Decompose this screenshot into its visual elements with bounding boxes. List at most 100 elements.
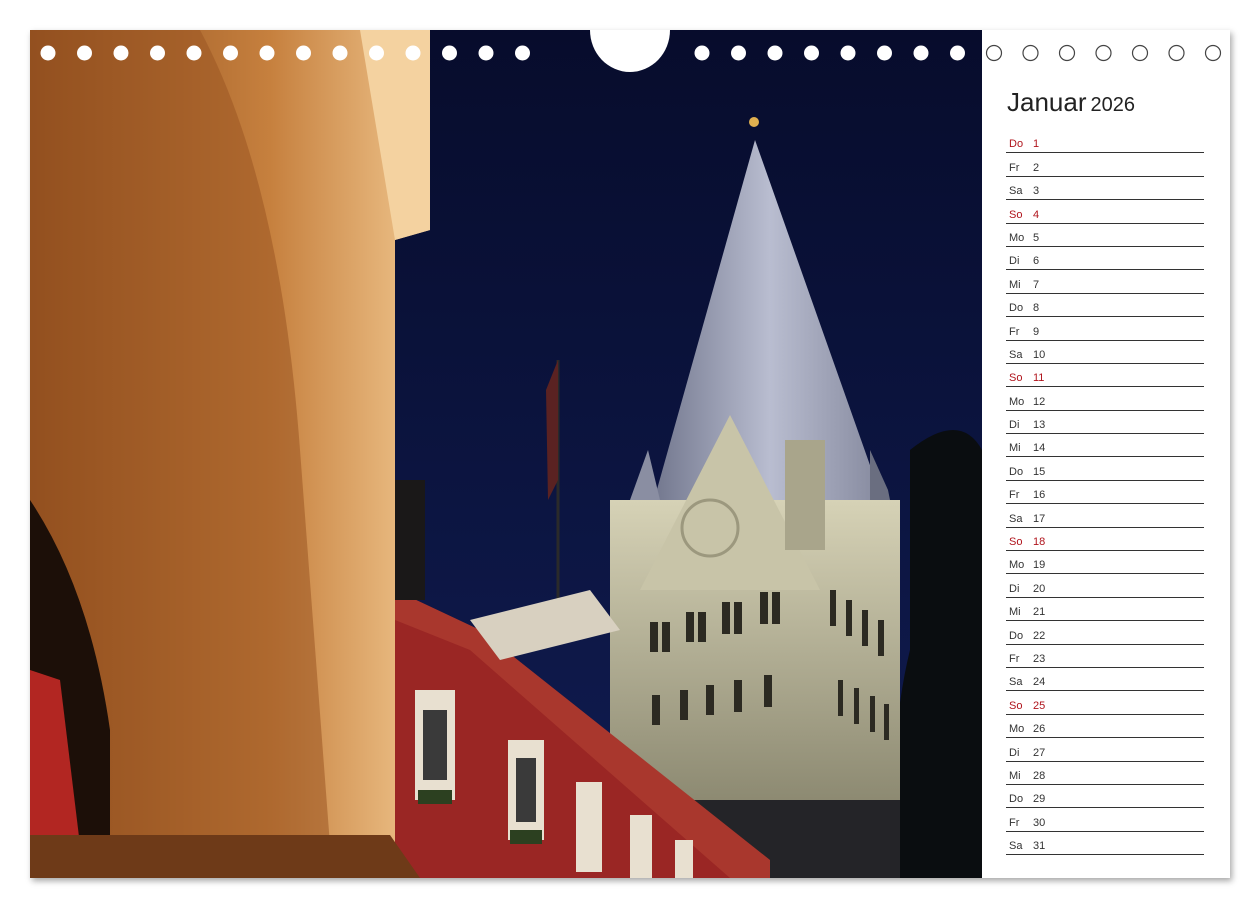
weekday-label: Mo — [1009, 559, 1025, 572]
day-number: 28 — [1033, 769, 1046, 782]
day-row: Mi 21 — [1006, 598, 1204, 622]
weekday-label: Sa — [1009, 512, 1023, 525]
day-row: Fr 2 — [1006, 153, 1204, 177]
day-number: 8 — [1033, 302, 1040, 315]
day-row: Do 22 — [1006, 621, 1204, 645]
day-number: 31 — [1033, 840, 1046, 853]
day-row: Fr 9 — [1006, 317, 1204, 341]
day-row: Mo 19 — [1006, 551, 1204, 575]
weekday-label: Fr — [1009, 652, 1020, 665]
weekday-label: Di — [1009, 419, 1020, 432]
day-row: Di 6 — [1006, 247, 1204, 271]
day-number: 22 — [1033, 629, 1046, 642]
weekday-label: Fr — [1009, 161, 1020, 174]
weekday-label: Sa — [1009, 185, 1023, 198]
day-number: 1 — [1033, 138, 1040, 151]
day-number: 17 — [1033, 512, 1046, 525]
day-number: 4 — [1033, 208, 1040, 221]
day-number: 11 — [1033, 372, 1045, 385]
day-row: Di 20 — [1006, 574, 1204, 598]
day-number: 25 — [1033, 699, 1046, 712]
weekday-label: Mo — [1009, 395, 1025, 408]
weekday-label: Fr — [1009, 489, 1020, 502]
day-row: Do 15 — [1006, 457, 1204, 481]
day-row: Sa 31 — [1006, 832, 1204, 856]
weekday-label: Sa — [1009, 676, 1023, 689]
day-number: 27 — [1033, 746, 1046, 759]
weekday-label: Mi — [1009, 442, 1021, 455]
day-number: 15 — [1033, 465, 1046, 478]
day-number: 7 — [1033, 278, 1040, 291]
weekday-label: Fr — [1009, 325, 1020, 338]
day-row: Sa 17 — [1006, 504, 1204, 528]
day-row: So 18 — [1006, 528, 1204, 552]
weekday-label: Mi — [1009, 606, 1021, 619]
weekday-label: Mi — [1009, 278, 1021, 291]
year-label: 2026 — [1090, 94, 1136, 116]
arch — [30, 30, 430, 878]
day-number: 20 — [1033, 582, 1046, 595]
weekday-label: So — [1009, 536, 1023, 549]
day-number: 26 — [1033, 723, 1046, 736]
day-row: Do 8 — [1006, 294, 1204, 318]
weekday-label: Do — [1009, 138, 1024, 151]
day-row: Mi 7 — [1006, 270, 1204, 294]
day-row: Mi 14 — [1006, 434, 1204, 458]
day-row: So 25 — [1006, 691, 1204, 715]
calendar-panel: Januar 2026 Do 1 Fr 2 Sa 3 So 4 Mo 5 Di 6 Mi 7 Do 8 Fr 9 Sa… — [982, 30, 1230, 878]
day-number: 10 — [1033, 348, 1046, 361]
day-row: Sa 3 — [1006, 177, 1204, 201]
day-number: 6 — [1033, 255, 1040, 268]
month-name: Januar — [1007, 87, 1087, 117]
day-row: Mi 28 — [1006, 762, 1204, 785]
day-row: Do 1 — [1006, 130, 1204, 154]
day-number: 16 — [1033, 489, 1046, 502]
day-list: Do 1 Fr 2 Sa 3 So 4 Mo 5 Di 6 Mi 7 Do 8 Fr 9 Sa 10 So 11 Mo 12 D… — [1006, 130, 1204, 856]
day-number: 23 — [1033, 652, 1046, 665]
day-number: 5 — [1033, 231, 1040, 244]
day-number: 9 — [1033, 325, 1040, 338]
day-row: So 4 — [1006, 200, 1204, 224]
day-number: 3 — [1033, 185, 1040, 198]
weekday-label: Mo — [1009, 723, 1025, 736]
day-row: Do 29 — [1006, 785, 1204, 809]
weekday-label: Do — [1009, 302, 1024, 315]
day-number: 21 — [1033, 606, 1046, 619]
day-row: Mo 12 — [1006, 387, 1204, 411]
weekday-label: Mi — [1009, 769, 1021, 782]
day-row: Mo 26 — [1006, 715, 1204, 739]
weekday-label: So — [1009, 699, 1023, 712]
day-number: 30 — [1033, 816, 1046, 829]
weekday-label: So — [1009, 208, 1023, 221]
day-row: Fr 30 — [1006, 808, 1204, 832]
day-number: 13 — [1033, 419, 1046, 432]
weekday-label: Sa — [1009, 840, 1023, 853]
weekday-label: Do — [1009, 793, 1024, 806]
weekday-label: Sa — [1009, 348, 1023, 361]
calendar-photo — [30, 30, 982, 878]
day-row: Mo 5 — [1006, 224, 1204, 247]
calendar-page: Januar 2026 Do 1 Fr 2 Sa 3 So 4 Mo 5 Di 6 Mi 7 Do 8 Fr 9 Sa… — [30, 30, 1230, 878]
month-title: Januar 2026 — [1007, 87, 1135, 118]
day-number: 14 — [1033, 442, 1046, 455]
day-number: 2 — [1033, 161, 1040, 174]
weekday-label: Fr — [1009, 816, 1020, 829]
day-number: 18 — [1033, 536, 1046, 549]
day-number: 24 — [1033, 676, 1046, 689]
weekday-label: Di — [1009, 746, 1020, 759]
day-row: Fr 16 — [1006, 481, 1204, 505]
weekday-label: Do — [1009, 465, 1024, 478]
weekday-label: Mo — [1009, 231, 1025, 244]
day-number: 29 — [1033, 793, 1046, 806]
weekday-label: Di — [1009, 255, 1020, 268]
weekday-label: Do — [1009, 629, 1024, 642]
day-row: Sa 10 — [1006, 341, 1204, 364]
weekday-label: Di — [1009, 582, 1020, 595]
day-row: Di 27 — [1006, 738, 1204, 762]
day-number: 19 — [1033, 559, 1046, 572]
day-row: Sa 24 — [1006, 668, 1204, 692]
weekday-label: So — [1009, 372, 1023, 385]
day-row: Fr 23 — [1006, 645, 1204, 668]
day-number: 12 — [1033, 395, 1046, 408]
day-row: Di 13 — [1006, 411, 1204, 435]
